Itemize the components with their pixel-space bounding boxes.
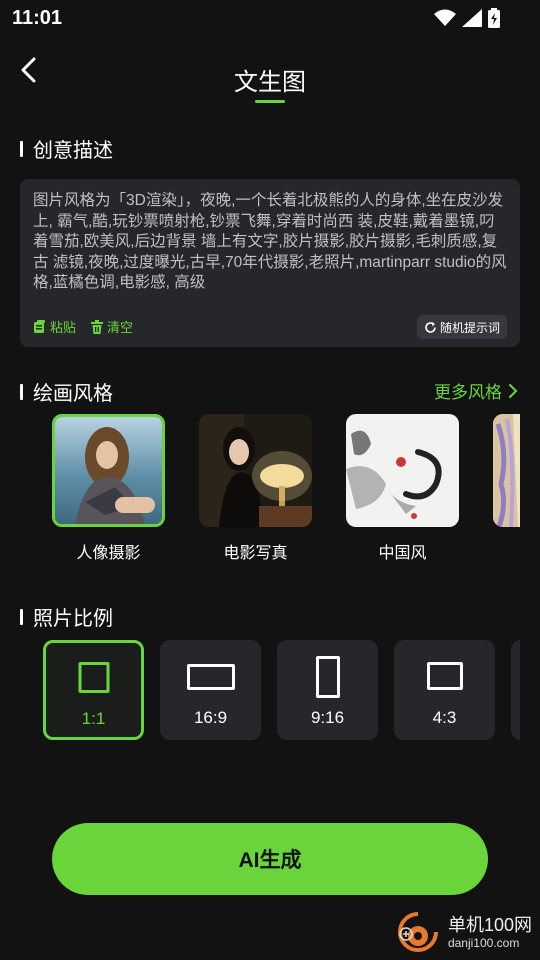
ratio-label: 1:1	[81, 709, 106, 728]
random-prompt-button[interactable]: 随机提示词	[417, 315, 507, 339]
style-thumbnail-portrait[interactable]	[52, 414, 165, 527]
prompt-actions: 粘贴 清空	[33, 317, 133, 336]
clear-button[interactable]: 清空	[90, 317, 133, 336]
prompt-text[interactable]: 图片风格为「3D渲染」，夜晚,一个长着北极熊的人的身体,坐在皮沙发上, 霸气,酷…	[33, 191, 509, 294]
ratio-option-4-3[interactable]: 4:3	[394, 640, 495, 740]
ratio-option-more[interactable]	[511, 640, 520, 740]
style-card-anime[interactable]	[493, 414, 520, 527]
site-logo-icon	[397, 912, 438, 952]
ratio-label: 16:9	[193, 708, 228, 727]
style-card-film[interactable]: 电影写真	[199, 414, 312, 563]
signal-icon	[462, 9, 482, 27]
style-thumbnail-anime[interactable]	[493, 414, 520, 527]
style-card-chinese[interactable]: 中国风	[346, 414, 459, 563]
watermark-url: danji100.com	[447, 935, 520, 950]
style-section-label: 绘画风格	[33, 383, 113, 405]
status-icons	[434, 8, 500, 28]
battery-icon	[488, 8, 500, 28]
random-prompt-label: 随机提示词	[439, 320, 500, 335]
section-marker	[20, 608, 23, 625]
ratio-option-16-9[interactable]: 16:9	[160, 640, 261, 740]
anime-illustration-image	[493, 414, 520, 527]
paste-button[interactable]: 粘贴	[33, 317, 76, 336]
prompt-section-title: 创意描述	[20, 134, 113, 163]
style-card-portrait[interactable]: 人像摄影	[52, 414, 165, 563]
watermark-name: 单机100网	[447, 914, 532, 935]
ratio-option-9-16[interactable]: 9:16	[277, 640, 378, 740]
clear-label: 清空	[107, 320, 134, 335]
title-underline	[255, 100, 285, 103]
style-label: 人像摄影	[76, 545, 141, 562]
style-list: 人像摄影 电影写真 中国风	[52, 414, 520, 564]
four-three-ratio-icon	[426, 662, 463, 690]
portrait-photo-image	[55, 417, 162, 524]
ratio-option-1-1[interactable]: 1:1	[43, 640, 144, 740]
style-thumbnail-chinese[interactable]	[346, 414, 459, 527]
more-styles-link[interactable]: 更多风格	[434, 378, 518, 403]
ratio-section-title: 照片比例	[20, 602, 113, 631]
chevron-right-icon	[509, 383, 518, 398]
prompt-section-label: 创意描述	[33, 140, 113, 162]
section-marker	[20, 383, 23, 400]
ratio-label: 4:3	[432, 708, 457, 727]
ratio-list: 1:1 16:9 9:16 4:3	[43, 640, 520, 742]
prompt-input[interactable]: 图片风格为「3D渲染」，夜晚,一个长着北极熊的人的身体,坐在皮沙发上, 霸气,酷…	[20, 179, 520, 347]
chinese-painting-image	[346, 414, 459, 527]
landscape-ratio-icon	[186, 664, 235, 690]
style-label: 中国风	[378, 545, 427, 562]
status-time: 11:01	[12, 7, 63, 29]
ratio-label: 9:16	[310, 708, 345, 727]
paste-icon	[34, 319, 45, 333]
watermark: 单机100网 danji100.com	[392, 910, 532, 954]
style-thumbnail-film[interactable]	[199, 414, 312, 527]
watermark-text: 单机100网 danji100.com	[448, 916, 532, 949]
more-styles-label: 更多风格	[434, 383, 502, 402]
square-ratio-icon	[78, 662, 109, 693]
status-bar: 11:01	[0, 0, 540, 36]
ai-generate-button[interactable]: AI生成	[52, 823, 488, 895]
trash-icon	[91, 319, 104, 334]
wifi-icon	[434, 9, 456, 26]
film-photo-image	[199, 414, 312, 527]
paste-label: 粘贴	[50, 320, 77, 335]
ratio-section-label: 照片比例	[33, 608, 113, 630]
style-section-title: 绘画风格	[20, 377, 113, 406]
page-title: 文生图	[234, 69, 306, 96]
section-marker	[20, 140, 23, 157]
app-header: 文生图	[0, 48, 540, 108]
style-label: 电影写真	[223, 545, 288, 562]
refresh-icon	[425, 321, 436, 333]
portrait-ratio-icon	[315, 656, 340, 698]
